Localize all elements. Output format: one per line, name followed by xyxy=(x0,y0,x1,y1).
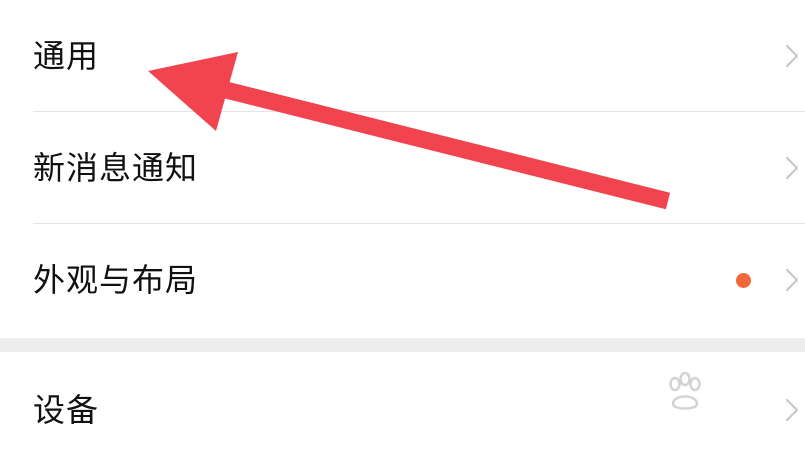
settings-row-general[interactable]: 通用 xyxy=(0,0,805,112)
settings-row-new-message-notification[interactable]: 新消息通知 xyxy=(0,112,805,224)
settings-row-label: 设备 xyxy=(33,391,100,429)
settings-group-secondary: 设备 xyxy=(0,352,805,458)
settings-row-label: 外观与布局 xyxy=(33,261,199,299)
chevron-right-icon xyxy=(785,44,799,68)
chevron-right-icon xyxy=(785,156,799,180)
chevron-right-icon xyxy=(785,268,799,292)
settings-row-appearance-layout[interactable]: 外观与布局 xyxy=(0,224,805,336)
settings-screen: 通用 新消息通知 外观与布局 设备 xyxy=(0,0,805,458)
settings-group-primary: 通用 新消息通知 外观与布局 xyxy=(0,0,805,338)
section-separator xyxy=(0,338,805,352)
settings-row-label: 通用 xyxy=(33,37,100,75)
settings-row-label: 新消息通知 xyxy=(33,149,199,187)
chevron-right-icon xyxy=(785,398,799,422)
settings-row-devices[interactable]: 设备 xyxy=(0,352,805,458)
notification-dot-icon xyxy=(736,273,751,288)
